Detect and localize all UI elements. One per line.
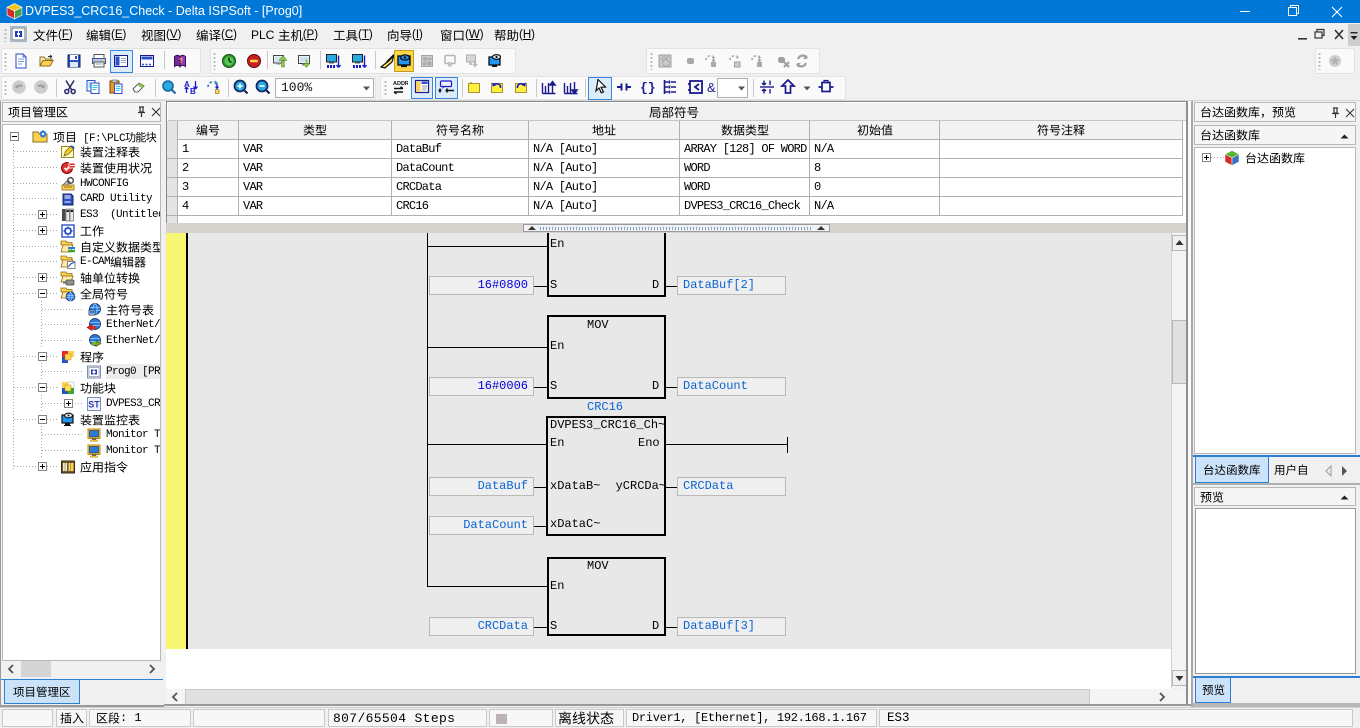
svg-text:ADDR: ADDR xyxy=(393,81,408,87)
svg-text:?: ? xyxy=(179,58,183,65)
svg-text:{}: {} xyxy=(640,81,656,96)
svg-text:ST: ST xyxy=(88,400,100,410)
